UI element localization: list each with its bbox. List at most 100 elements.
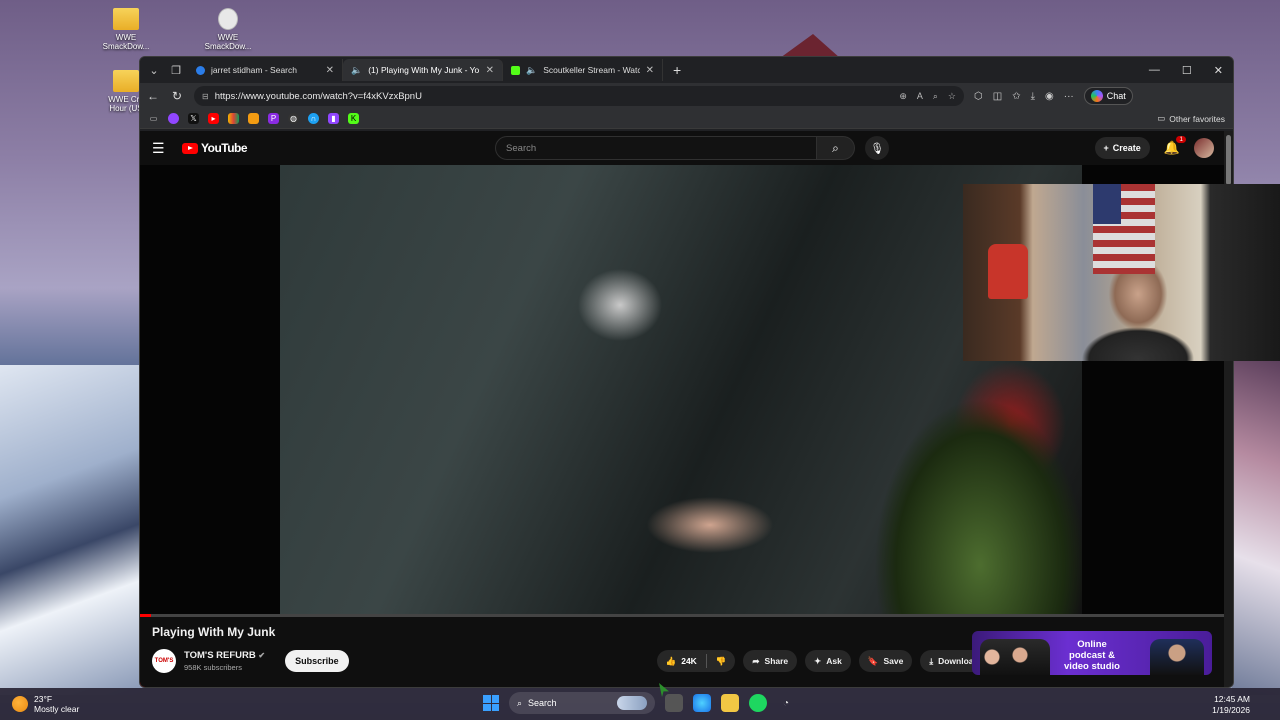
desktop-icon-smackdown-1[interactable]: WWE SmackDow... xyxy=(101,8,151,51)
close-tab-icon[interactable]: ✕ xyxy=(326,65,334,76)
desktop-icon-label: WWE SmackDow... xyxy=(102,33,150,51)
channel-logo-text: TOM'S xyxy=(154,658,174,664)
edge-icon[interactable] xyxy=(693,694,711,712)
other-favorites[interactable]: ▭ Other favorites xyxy=(1157,113,1225,124)
browser-window: ⌄ ❐ jarret stidham - Search ✕ 🔈 (1) Play… xyxy=(139,56,1234,688)
search-placeholder: Search xyxy=(506,142,537,154)
sidebar-ad-banner[interactable]: Online podcast & video studio xyxy=(972,631,1212,675)
downloads-icon[interactable]: ⤓ xyxy=(1031,91,1035,102)
webcam-overlay xyxy=(963,184,1280,361)
youtube-logo[interactable]: YouTube xyxy=(182,141,248,155)
new-tab-plus-icon[interactable]: + xyxy=(673,62,681,78)
app-available-icon[interactable]: ⊕ xyxy=(899,91,907,102)
zoom-icon[interactable]: ⌕ xyxy=(933,91,938,102)
refresh-icon[interactable]: ↻ xyxy=(170,89,184,103)
share-button[interactable]: ➦ Share xyxy=(743,650,798,672)
bookmark-icon: 🔖 xyxy=(867,655,879,666)
split-screen-icon[interactable]: ◫ xyxy=(993,91,1002,102)
tab-title: jarret stidham - Search xyxy=(211,65,297,75)
channel-name: TOM'S REFURB xyxy=(184,650,256,661)
tab-bing-search[interactable]: jarret stidham - Search ✕ xyxy=(188,59,343,81)
x-icon[interactable]: 𝕏 xyxy=(188,113,199,124)
site-info-icon[interactable]: ⊟ xyxy=(202,92,209,101)
youtube-search-input[interactable]: Search xyxy=(495,136,818,160)
taskbar-search-label: Search xyxy=(528,698,557,708)
save-button[interactable]: 🔖 Save xyxy=(858,650,913,672)
favorite-star-icon[interactable]: ☆ xyxy=(948,91,956,102)
share-arrow-icon: ➦ xyxy=(752,655,760,666)
notifications-button[interactable]: 🔔 1 xyxy=(1164,136,1186,156)
bookmark-purple-icon[interactable] xyxy=(168,113,179,124)
spotify-icon[interactable] xyxy=(749,694,767,712)
voice-search-button[interactable]: 🎙 xyxy=(865,136,890,160)
ask-button[interactable]: ✦ Ask xyxy=(805,650,851,672)
extensions-icon[interactable]: ⬡ xyxy=(974,91,983,102)
scrollbar-thumb[interactable] xyxy=(1226,135,1231,185)
hamburger-menu-icon[interactable]: ☰ xyxy=(152,140,172,157)
favorites-icon[interactable]: ✩ xyxy=(1012,91,1020,102)
github-icon[interactable]: ◍ xyxy=(288,113,299,124)
steam-like-icon[interactable]: ◔ xyxy=(777,694,795,712)
immersive-reader-icon[interactable]: A xyxy=(917,91,923,102)
plus-icon: + xyxy=(1103,143,1109,153)
orange-bookmark-icon[interactable] xyxy=(248,113,259,124)
workspaces-icon[interactable]: ❐ xyxy=(166,60,186,80)
file-explorer-icon[interactable] xyxy=(721,694,739,712)
taskbar-search[interactable]: ⌕ Search xyxy=(509,692,655,714)
chat-label: Chat xyxy=(1106,91,1126,101)
kick-bookmark-icon[interactable]: K xyxy=(348,113,359,124)
search-icon: ⌕ xyxy=(517,697,523,708)
desktop-wallpaper-right xyxy=(1232,360,1280,695)
ad-people-image xyxy=(980,639,1050,675)
twitch-like-icon[interactable]: P xyxy=(268,113,279,124)
channel-name-row[interactable]: TOM'S REFURB ✔ xyxy=(184,650,265,661)
profile-icon[interactable]: ◉ xyxy=(1045,91,1054,102)
youtube-header: ☰ YouTube Search ⌕ 🎙 + Create 🔔 1 xyxy=(140,131,1226,165)
colorful-bookmark-icon[interactable] xyxy=(228,113,239,124)
bing-icon xyxy=(196,65,205,75)
like-button[interactable]: 👍 24K xyxy=(657,656,706,667)
address-bar[interactable]: ⊟ https://www.youtube.com/watch?v=f4xKVz… xyxy=(194,86,964,106)
youtube-bookmark-icon[interactable]: ▸ xyxy=(208,113,219,124)
ad-person-image xyxy=(1150,639,1204,675)
flag-image xyxy=(1093,184,1155,274)
tab-youtube[interactable]: 🔈 (1) Playing With My Junk - Yo ✕ xyxy=(140,59,1226,687)
desktop-peak xyxy=(780,34,840,58)
kick-icon xyxy=(511,65,520,75)
close-tab-icon[interactable]: ✕ xyxy=(486,65,494,76)
start-windows-icon[interactable] xyxy=(483,695,499,711)
window-controls: — ☐ ✕ xyxy=(1149,64,1233,77)
speaker-icon[interactable]: 🔈 xyxy=(526,65,537,76)
clock[interactable]: 12:45 AM 1/19/2026 xyxy=(1212,694,1250,716)
copilot-chat-button[interactable]: Chat xyxy=(1083,87,1133,105)
channel-avatar[interactable]: TOM'S xyxy=(152,649,176,673)
search-button[interactable]: ⌕ xyxy=(817,136,856,160)
search-highlight-image xyxy=(617,696,647,710)
tab-title: (1) Playing With My Junk - Yo xyxy=(368,65,480,75)
maximize-icon[interactable]: ☐ xyxy=(1182,64,1192,77)
dislike-button[interactable]: 👎 xyxy=(707,656,736,667)
avatar[interactable] xyxy=(1194,138,1214,158)
desktop-icon-smackdown-2[interactable]: WWE SmackDow... xyxy=(203,8,253,51)
tab-kick-stream[interactable]: 🔈 Scoutkeller Stream - Watch Li ✕ xyxy=(503,59,663,81)
tab-actions-chevron-icon[interactable]: ⌄ xyxy=(144,60,164,80)
blue-bookmark-icon[interactable]: ∩ xyxy=(308,113,319,124)
minimize-icon[interactable]: — xyxy=(1149,64,1160,77)
close-window-icon[interactable]: ✕ xyxy=(1214,64,1223,77)
speaker-icon[interactable]: 🔈 xyxy=(351,65,362,76)
back-arrow-icon[interactable]: ← xyxy=(146,89,160,103)
bookmark-folder-icon[interactable]: ▭ xyxy=(148,113,159,124)
close-tab-icon[interactable]: ✕ xyxy=(646,65,654,76)
more-menu-icon[interactable]: ··· xyxy=(1064,91,1074,102)
create-label: Create xyxy=(1112,143,1141,153)
subscribe-button[interactable]: Subscribe xyxy=(285,650,349,672)
tab-title: Scoutkeller Stream - Watch Li xyxy=(543,65,639,75)
weather-widget[interactable]: 23°F Mostly clear xyxy=(12,694,79,714)
twitch-icon[interactable]: ▮ xyxy=(328,113,339,124)
search-icon: ⌕ xyxy=(832,140,839,155)
notification-badge: 1 xyxy=(1176,136,1186,143)
task-view-icon[interactable] xyxy=(665,694,683,712)
copilot-icon xyxy=(1090,90,1103,102)
create-button[interactable]: + Create xyxy=(1094,137,1150,159)
header-actions: + Create 🔔 1 xyxy=(1094,136,1214,159)
